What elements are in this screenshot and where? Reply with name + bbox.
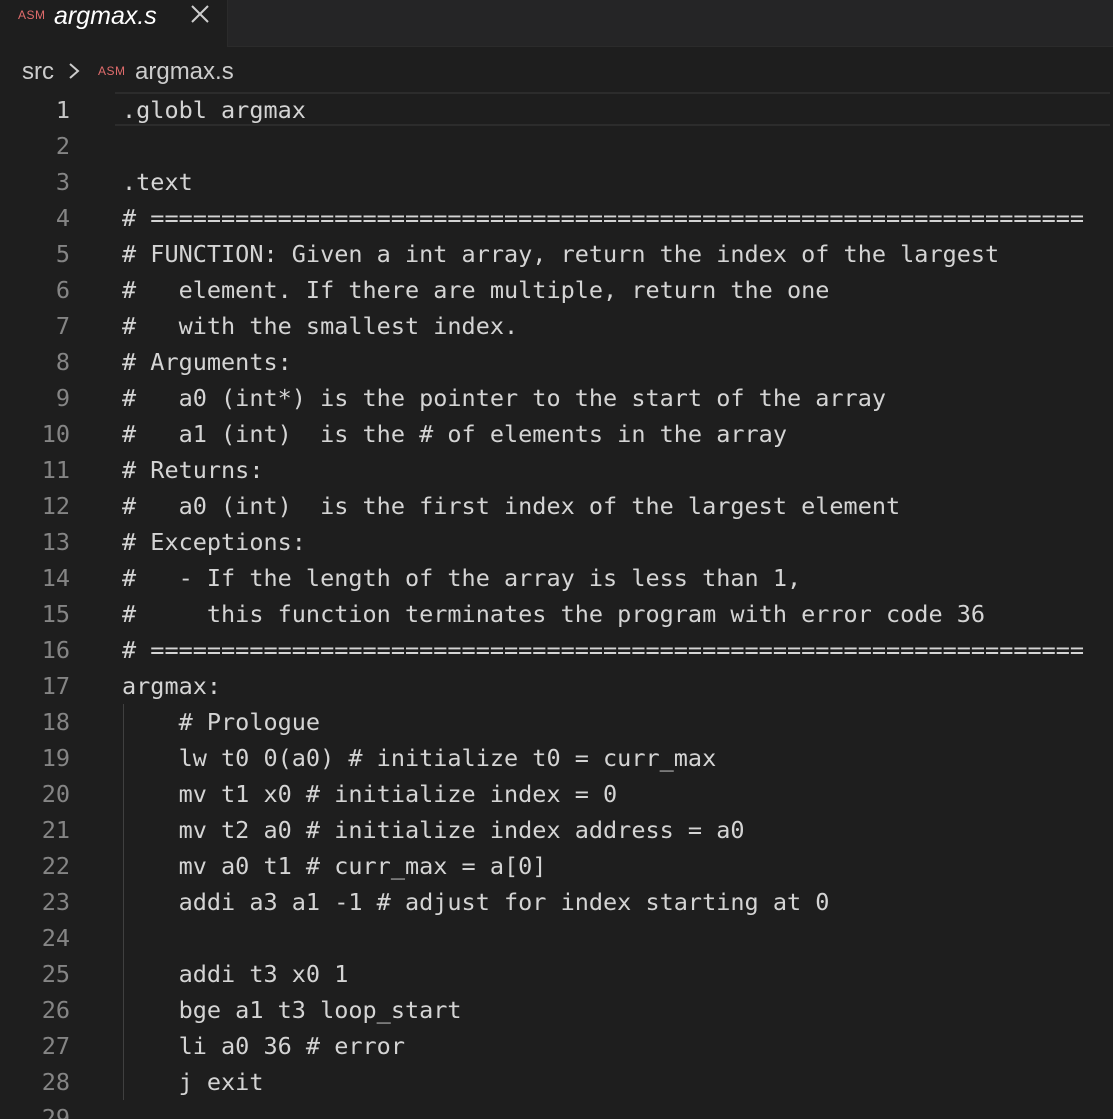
code-text: mv t1 x0 # initialize index = 0 [122,780,618,808]
code-text: # - If the length of the array is less t… [122,564,802,592]
line-number: 6 [55,276,70,304]
code-line[interactable]: 23 addi a3 a1 -1 # adjust for index star… [0,884,1113,920]
breadcrumb: src ASM argmax.s [0,52,1113,92]
line-number: 22 [41,852,70,880]
code-line[interactable]: 3 .text [0,164,1113,200]
line-number: 18 [41,708,70,736]
line-number: 1 [55,96,70,124]
line-number: 12 [41,492,70,520]
code-text: argmax: [122,672,222,700]
line-number: 10 [41,420,70,448]
code-line[interactable]: 12 # a0 (int) is the first index of the l… [0,488,1113,524]
code-text: bge a1 t3 loop_start [122,996,462,1024]
code-line[interactable]: 20 mv t1 x0 # initialize index = 0 [0,776,1113,812]
code-line[interactable]: 26 bge a1 t3 loop_start [0,992,1113,1028]
chevron-right-icon [64,60,84,82]
code-line[interactable]: 9 # a0 (int*) is the pointer to the start… [0,380,1113,416]
line-number: 21 [41,816,70,844]
code-text: # Arguments: [122,348,292,376]
code-text: .text [122,168,193,196]
code-line[interactable]: 7 # with the smallest index. [0,308,1113,344]
line-number: 26 [41,996,70,1024]
asm-file-icon: ASM [18,8,46,22]
code-line[interactable]: 11 # Returns: [0,452,1113,488]
line-number: 5 [55,240,70,268]
breadcrumb-folder[interactable]: src [22,58,54,86]
line-number: 29 [41,1104,70,1119]
code-line[interactable]: 10 # a1 (int) is the # of elements in the… [0,416,1113,452]
code-line[interactable]: 2 [0,128,1113,164]
code-text: addi t3 x0 1 [122,960,349,988]
line-number: 9 [55,384,70,412]
code-line[interactable]: 14 # - If the length of the array is less… [0,560,1113,596]
code-text: .globl argmax [122,96,306,124]
code-line[interactable]: 13 # Exceptions: [0,524,1113,560]
line-number: 2 [55,132,70,160]
breadcrumb-file[interactable]: argmax.s [135,58,234,86]
code-line[interactable]: 29 [0,1100,1113,1119]
line-number: 4 [55,204,70,232]
tab-argmax-s[interactable]: ASM argmax.s [0,0,228,47]
line-number: 23 [41,888,70,916]
line-number: 3 [55,168,70,196]
code-text: # Returns: [122,456,264,484]
line-number: 28 [41,1068,70,1096]
code-text: # this function terminates the program w… [122,600,986,628]
code-line[interactable]: 4 # =====================================… [0,200,1113,236]
editor-window: ASM argmax.s src ASM argmax.s 1 .globl ar… [0,0,1113,1119]
code-text: # ======================================… [122,204,1085,232]
line-number: 16 [41,636,70,664]
code-line[interactable]: 18 # Prologue [0,704,1113,740]
code-line[interactable]: 24 [0,920,1113,956]
code-line[interactable]: 25 addi t3 x0 1 [0,956,1113,992]
close-icon[interactable] [186,0,214,30]
line-number: 27 [41,1032,70,1060]
tab-bar: ASM argmax.s [0,0,1113,47]
line-number: 13 [41,528,70,556]
line-number: 25 [41,960,70,988]
line-number: 15 [41,600,70,628]
code-line[interactable]: 19 lw t0 0(a0) # initialize t0 = curr_ma… [0,740,1113,776]
code-line[interactable]: 27 li a0 36 # error [0,1028,1113,1064]
code-text: # ======================================… [122,636,1085,664]
code-text: # Exceptions: [122,528,306,556]
code-text: li a0 36 # error [122,1032,405,1060]
line-number: 24 [41,924,70,952]
code-text: j exit [122,1068,264,1096]
code-line[interactable]: 21 mv t2 a0 # initialize index address =… [0,812,1113,848]
code-text: # a0 (int*) is the pointer to the start … [122,384,887,412]
line-number: 11 [41,456,70,484]
code-text: # FUNCTION: Given a int array, return th… [122,240,1000,268]
line-number: 8 [55,348,70,376]
code-text: # with the smallest index. [122,312,519,340]
code-text: # a0 (int) is the first index of the lar… [122,492,901,520]
line-number: 20 [41,780,70,808]
code-text: # a1 (int) is the # of elements in the a… [122,420,787,448]
code-line[interactable]: 6 # element. If there are multiple, retur… [0,272,1113,308]
code-text: # Prologue [122,708,321,736]
tab-title: argmax.s [54,2,157,30]
code-line[interactable]: 1 .globl argmax [0,92,1113,128]
line-number: 7 [55,312,70,340]
line-number: 19 [41,744,70,772]
code-line[interactable]: 15 # this function terminates the program… [0,596,1113,632]
line-number: 14 [41,564,70,592]
code-line[interactable]: 22 mv a0 t1 # curr_max = a[0] [0,848,1113,884]
code-editor[interactable]: 1 .globl argmax 2 3 .text 4 # ================… [0,92,1113,1119]
code-line[interactable]: 28 j exit [0,1064,1113,1100]
asm-file-icon: ASM [98,64,126,78]
code-text: # element. If there are multiple, return… [122,276,830,304]
code-text: addi a3 a1 -1 # adjust for index startin… [122,888,830,916]
code-line[interactable]: 17 argmax: [0,668,1113,704]
code-text: mv t2 a0 # initialize index address = a0 [122,816,745,844]
code-line[interactable]: 16 # ====================================… [0,632,1113,668]
line-number: 17 [41,672,70,700]
code-text: lw t0 0(a0) # initialize t0 = curr_max [122,744,717,772]
code-line[interactable]: 8 # Arguments: [0,344,1113,380]
code-text: mv a0 t1 # curr_max = a[0] [122,852,547,880]
code-line[interactable]: 5 # FUNCTION: Given a int array, return t… [0,236,1113,272]
